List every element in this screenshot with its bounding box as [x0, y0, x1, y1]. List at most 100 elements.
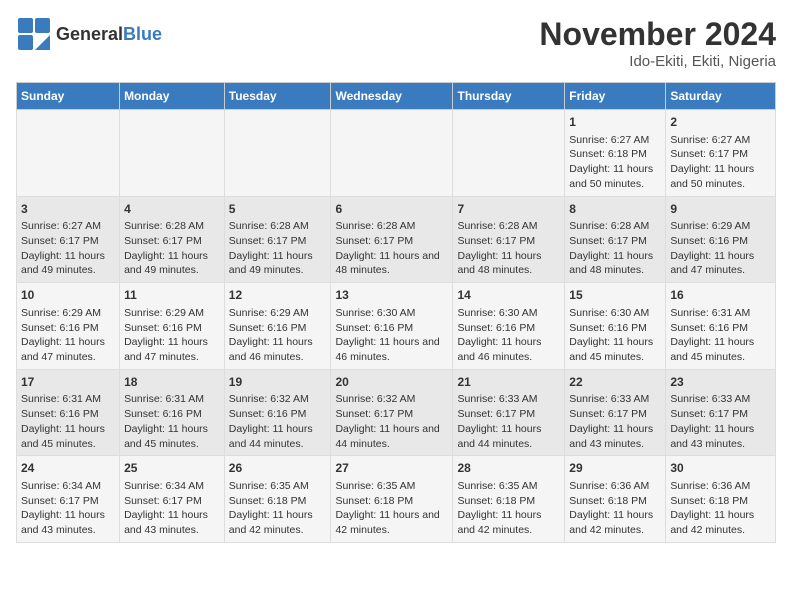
- calendar-cell: 1 Sunrise: 6:27 AM Sunset: 6:18 PM Daylig…: [565, 110, 666, 197]
- main-title: November 2024: [539, 16, 776, 53]
- day-detail: Sunrise: 6:35 AM Sunset: 6:18 PM Dayligh…: [229, 479, 327, 538]
- calendar-cell: 19Sunrise: 6:32 AM Sunset: 6:16 PM Dayli…: [224, 369, 331, 456]
- day-detail: Sunrise: 6:29 AM Sunset: 6:16 PM Dayligh…: [21, 306, 115, 365]
- calendar-cell: 9Sunrise: 6:29 AM Sunset: 6:16 PM Daylig…: [666, 196, 776, 283]
- calendar-cell: 21Sunrise: 6:33 AM Sunset: 6:17 PM Dayli…: [453, 369, 565, 456]
- day-number: 24: [21, 460, 115, 477]
- day-detail: Sunrise: 6:36 AM Sunset: 6:18 PM Dayligh…: [670, 479, 771, 538]
- column-header-tuesday: Tuesday: [224, 83, 331, 110]
- calendar-cell: [224, 110, 331, 197]
- day-detail: Sunrise: 6:28 AM Sunset: 6:17 PM Dayligh…: [124, 219, 220, 278]
- day-number: 16: [670, 287, 771, 304]
- day-detail: Sunrise: 6:28 AM Sunset: 6:17 PM Dayligh…: [229, 219, 327, 278]
- day-detail: Sunrise: 6:34 AM Sunset: 6:17 PM Dayligh…: [21, 479, 115, 538]
- calendar-cell: [453, 110, 565, 197]
- day-detail: Sunrise: 6:31 AM Sunset: 6:16 PM Dayligh…: [124, 392, 220, 451]
- day-number: 15: [569, 287, 661, 304]
- column-header-saturday: Saturday: [666, 83, 776, 110]
- calendar-cell: 18Sunrise: 6:31 AM Sunset: 6:16 PM Dayli…: [120, 369, 225, 456]
- day-detail: Sunrise: 6:31 AM Sunset: 6:16 PM Dayligh…: [21, 392, 115, 451]
- day-detail: Sunrise: 6:32 AM Sunset: 6:16 PM Dayligh…: [229, 392, 327, 451]
- day-detail: Sunrise: 6:28 AM Sunset: 6:17 PM Dayligh…: [569, 219, 661, 278]
- day-number: 14: [457, 287, 560, 304]
- day-number: 4: [124, 201, 220, 218]
- calendar-cell: 3Sunrise: 6:27 AM Sunset: 6:17 PM Daylig…: [17, 196, 120, 283]
- day-number: 2: [670, 114, 771, 131]
- day-detail: Sunrise: 6:27 AM Sunset: 6:17 PM Dayligh…: [21, 219, 115, 278]
- calendar-cell: 17Sunrise: 6:31 AM Sunset: 6:16 PM Dayli…: [17, 369, 120, 456]
- day-detail: Sunrise: 6:33 AM Sunset: 6:17 PM Dayligh…: [670, 392, 771, 451]
- day-detail: Sunrise: 6:30 AM Sunset: 6:16 PM Dayligh…: [569, 306, 661, 365]
- subtitle: Ido-Ekiti, Ekiti, Nigeria: [539, 53, 776, 70]
- calendar-cell: 11Sunrise: 6:29 AM Sunset: 6:16 PM Dayli…: [120, 283, 225, 370]
- column-header-thursday: Thursday: [453, 83, 565, 110]
- day-number: 10: [21, 287, 115, 304]
- calendar-cell: [120, 110, 225, 197]
- calendar-cell: 25 Sunrise: 6:34 AM Sunset: 6:17 PM Dayli…: [120, 456, 225, 543]
- calendar-cell: 24 Sunrise: 6:34 AM Sunset: 6:17 PM Dayli…: [17, 456, 120, 543]
- day-number: 26: [229, 460, 327, 477]
- day-number: 28: [457, 460, 560, 477]
- day-detail: Sunrise: 6:30 AM Sunset: 6:16 PM Dayligh…: [335, 306, 448, 365]
- calendar-cell: 13 Sunrise: 6:30 AM Sunset: 6:16 PM Dayli…: [331, 283, 453, 370]
- calendar-cell: 15 Sunrise: 6:30 AM Sunset: 6:16 PM Dayli…: [565, 283, 666, 370]
- calendar-cell: 8Sunrise: 6:28 AM Sunset: 6:17 PM Daylig…: [565, 196, 666, 283]
- calendar-week-row: 24 Sunrise: 6:34 AM Sunset: 6:17 PM Dayli…: [17, 456, 776, 543]
- calendar-cell: 16 Sunrise: 6:31 AM Sunset: 6:16 PM Dayli…: [666, 283, 776, 370]
- day-number: 27: [335, 460, 448, 477]
- day-detail: Sunrise: 6:27 AM Sunset: 6:17 PM Dayligh…: [670, 133, 771, 192]
- calendar-week-row: 3Sunrise: 6:27 AM Sunset: 6:17 PM Daylig…: [17, 196, 776, 283]
- day-detail: Sunrise: 6:30 AM Sunset: 6:16 PM Dayligh…: [457, 306, 560, 365]
- logo-icon: [16, 16, 52, 52]
- day-number: 23: [670, 374, 771, 391]
- day-detail: Sunrise: 6:33 AM Sunset: 6:17 PM Dayligh…: [457, 392, 560, 451]
- day-detail: Sunrise: 6:35 AM Sunset: 6:18 PM Dayligh…: [457, 479, 560, 538]
- day-number: 17: [21, 374, 115, 391]
- calendar-cell: 28 Sunrise: 6:35 AM Sunset: 6:18 PM Dayli…: [453, 456, 565, 543]
- calendar-cell: 12Sunrise: 6:29 AM Sunset: 6:16 PM Dayli…: [224, 283, 331, 370]
- day-number: 3: [21, 201, 115, 218]
- calendar-cell: 4Sunrise: 6:28 AM Sunset: 6:17 PM Daylig…: [120, 196, 225, 283]
- calendar-cell: [331, 110, 453, 197]
- day-detail: Sunrise: 6:34 AM Sunset: 6:17 PM Dayligh…: [124, 479, 220, 538]
- calendar-week-row: 17Sunrise: 6:31 AM Sunset: 6:16 PM Dayli…: [17, 369, 776, 456]
- calendar-cell: 14 Sunrise: 6:30 AM Sunset: 6:16 PM Dayli…: [453, 283, 565, 370]
- day-number: 7: [457, 201, 560, 218]
- calendar-cell: 23Sunrise: 6:33 AM Sunset: 6:17 PM Dayli…: [666, 369, 776, 456]
- day-number: 1: [569, 114, 661, 131]
- day-detail: Sunrise: 6:29 AM Sunset: 6:16 PM Dayligh…: [670, 219, 771, 278]
- header: GeneralBlue November 2024 Ido-Ekiti, Eki…: [16, 16, 776, 70]
- column-header-monday: Monday: [120, 83, 225, 110]
- day-detail: Sunrise: 6:28 AM Sunset: 6:17 PM Dayligh…: [335, 219, 448, 278]
- calendar-cell: 22Sunrise: 6:33 AM Sunset: 6:17 PM Dayli…: [565, 369, 666, 456]
- day-number: 19: [229, 374, 327, 391]
- day-number: 22: [569, 374, 661, 391]
- day-detail: Sunrise: 6:32 AM Sunset: 6:17 PM Dayligh…: [335, 392, 448, 451]
- calendar-table: SundayMondayTuesdayWednesdayThursdayFrid…: [16, 82, 776, 543]
- calendar-cell: 6Sunrise: 6:28 AM Sunset: 6:17 PM Daylig…: [331, 196, 453, 283]
- calendar-cell: 30Sunrise: 6:36 AM Sunset: 6:18 PM Dayli…: [666, 456, 776, 543]
- calendar-week-row: 10 Sunrise: 6:29 AM Sunset: 6:16 PM Dayli…: [17, 283, 776, 370]
- calendar-cell: 5Sunrise: 6:28 AM Sunset: 6:17 PM Daylig…: [224, 196, 331, 283]
- day-detail: Sunrise: 6:28 AM Sunset: 6:17 PM Dayligh…: [457, 219, 560, 278]
- day-detail: Sunrise: 6:35 AM Sunset: 6:18 PM Dayligh…: [335, 479, 448, 538]
- calendar-week-row: 1 Sunrise: 6:27 AM Sunset: 6:18 PM Daylig…: [17, 110, 776, 197]
- day-number: 20: [335, 374, 448, 391]
- day-detail: Sunrise: 6:27 AM Sunset: 6:18 PM Dayligh…: [569, 133, 661, 192]
- calendar-cell: 26 Sunrise: 6:35 AM Sunset: 6:18 PM Dayli…: [224, 456, 331, 543]
- day-number: 18: [124, 374, 220, 391]
- day-detail: Sunrise: 6:31 AM Sunset: 6:16 PM Dayligh…: [670, 306, 771, 365]
- day-number: 13: [335, 287, 448, 304]
- day-number: 5: [229, 201, 327, 218]
- logo-blue: Blue: [123, 24, 162, 44]
- calendar-cell: 7Sunrise: 6:28 AM Sunset: 6:17 PM Daylig…: [453, 196, 565, 283]
- day-number: 9: [670, 201, 771, 218]
- title-area: November 2024 Ido-Ekiti, Ekiti, Nigeria: [539, 16, 776, 70]
- day-detail: Sunrise: 6:29 AM Sunset: 6:16 PM Dayligh…: [229, 306, 327, 365]
- calendar-cell: 20Sunrise: 6:32 AM Sunset: 6:17 PM Dayli…: [331, 369, 453, 456]
- day-detail: Sunrise: 6:36 AM Sunset: 6:18 PM Dayligh…: [569, 479, 661, 538]
- day-number: 8: [569, 201, 661, 218]
- day-number: 25: [124, 460, 220, 477]
- calendar-cell: [17, 110, 120, 197]
- day-detail: Sunrise: 6:33 AM Sunset: 6:17 PM Dayligh…: [569, 392, 661, 451]
